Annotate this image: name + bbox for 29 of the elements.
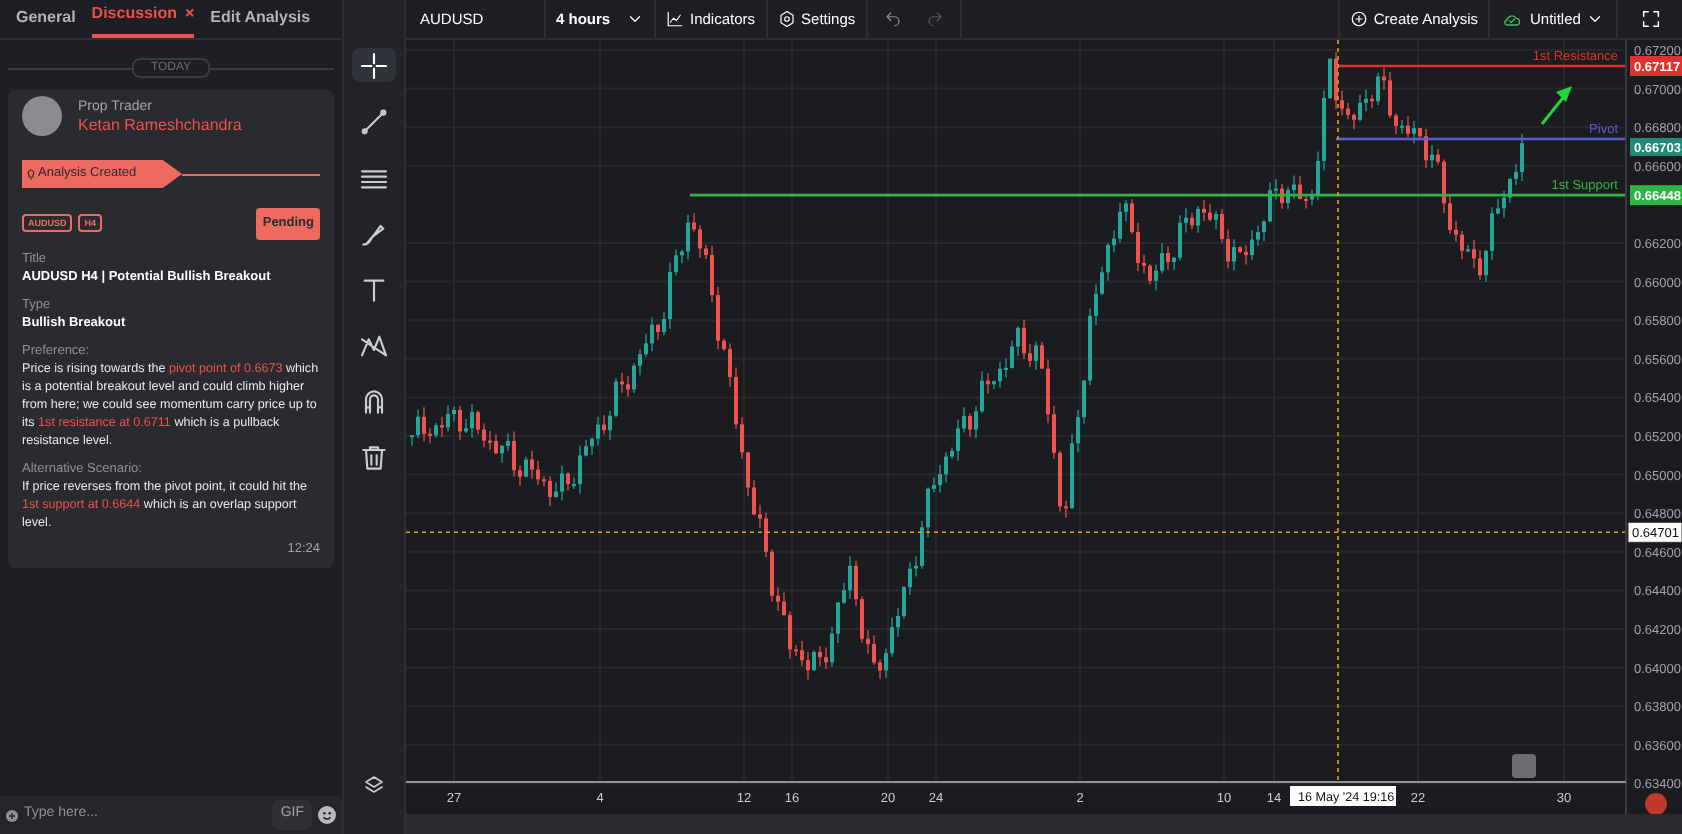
level-line[interactable] [1336, 64, 1626, 68]
price-chart[interactable] [406, 40, 1682, 814]
fullscreen-icon [1639, 8, 1661, 30]
author-name: Ketan Rameshchandra [78, 116, 242, 134]
chevron-down-icon [1586, 10, 1605, 28]
panel-tab[interactable]: General [16, 6, 76, 38]
close-icon[interactable]: × [184, 2, 195, 26]
chevron-down-icon [626, 10, 644, 28]
chart-line-icon [666, 10, 684, 28]
emoji-icon[interactable] [318, 806, 336, 824]
level-line[interactable] [1336, 137, 1626, 141]
panel-tab[interactable]: Edit Analysis [210, 6, 311, 38]
crosshair-icon [358, 49, 390, 81]
trash-icon [358, 441, 390, 473]
layers-icon [362, 774, 386, 798]
level-line[interactable] [690, 193, 1626, 197]
add-icon[interactable] [6, 809, 18, 821]
drawing-tool[interactable] [352, 48, 396, 82]
avatar [22, 96, 62, 136]
alert-marker[interactable] [1512, 754, 1536, 778]
redo-icon [925, 10, 944, 28]
plus-circle-icon [1349, 10, 1368, 28]
lightbulb-icon [26, 167, 36, 181]
undo-icon [883, 10, 902, 28]
panel-tab[interactable]: Discussion × [91, 2, 195, 38]
trend-arrow [1540, 86, 1572, 125]
settings-icon [777, 10, 796, 28]
cloud-check-icon [1500, 9, 1524, 29]
line-icon [358, 105, 390, 137]
